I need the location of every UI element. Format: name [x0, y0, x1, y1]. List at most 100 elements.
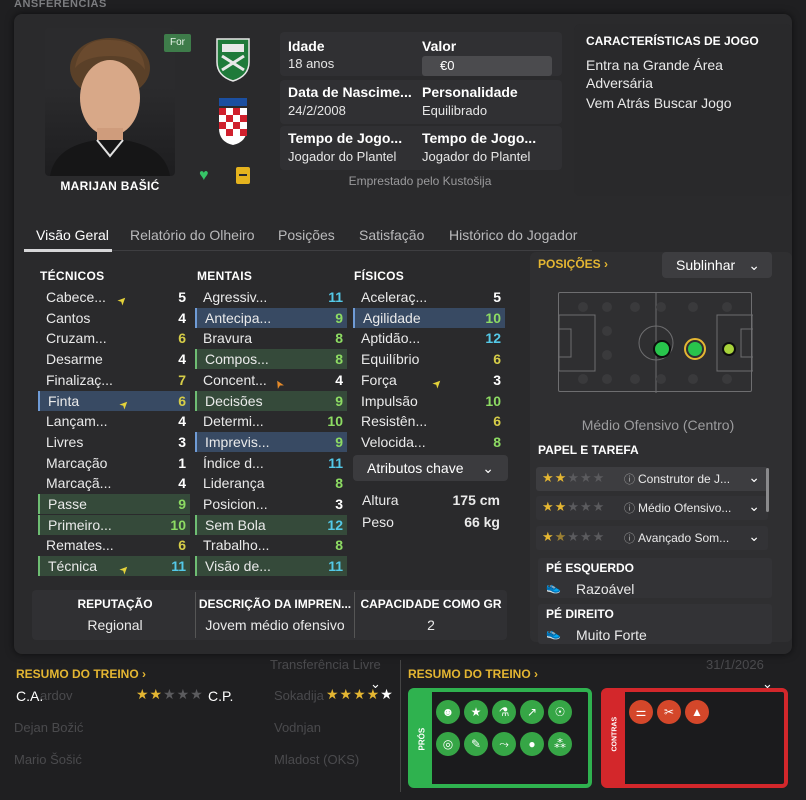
tab-active-indicator: [24, 249, 112, 252]
attribute-row[interactable]: Posicion... 3: [195, 494, 347, 514]
attribute-value: 4: [178, 475, 186, 492]
attribute-row[interactable]: Velocida... 8: [353, 432, 505, 452]
attribute-row[interactable]: Sem Bola 12: [195, 514, 347, 535]
running-icon[interactable]: ⤳: [492, 732, 516, 756]
attribute-value: 8: [335, 537, 343, 554]
target-icon[interactable]: ◎: [436, 732, 460, 756]
value-chip[interactable]: €0: [422, 56, 552, 76]
attribute-value: 6: [178, 392, 186, 409]
attribute-row[interactable]: Aptidão... 12: [353, 328, 505, 348]
attribute-label: Visão de...: [205, 558, 271, 575]
attribute-row[interactable]: Decisões 9: [195, 390, 347, 411]
attribute-label: Imprevis...: [205, 433, 270, 450]
attribute-row[interactable]: Concent... ➤ 4: [195, 370, 347, 391]
chevron-down-icon[interactable]: ⌄: [370, 676, 381, 692]
info-icon[interactable]: ⓘ: [624, 530, 635, 546]
attribute-row[interactable]: Finta ➤ 6: [38, 390, 190, 412]
attribute-row[interactable]: Desarme 4: [38, 349, 190, 369]
attribute-row[interactable]: Bravura 8: [195, 328, 347, 348]
scissors-icon[interactable]: ✂: [657, 700, 681, 724]
attribute-row[interactable]: Agressiv... 11: [195, 287, 347, 307]
attribute-row[interactable]: Determi... 10: [195, 411, 347, 431]
brain-icon[interactable]: ☉: [548, 700, 572, 724]
attribute-row[interactable]: Livres 3: [38, 432, 190, 452]
pencil-icon[interactable]: ✎: [464, 732, 488, 756]
attribute-row[interactable]: Liderança 8: [195, 473, 347, 493]
attribute-row[interactable]: Passe 9: [38, 494, 190, 514]
attribute-row[interactable]: Agilidade 10: [353, 307, 505, 328]
chemistry-icon[interactable]: ⚗: [492, 700, 516, 724]
roles-scrollbar[interactable]: [766, 468, 769, 512]
attribute-row[interactable]: Lançam... 4: [38, 411, 190, 431]
attribute-row[interactable]: Marcação 1: [38, 453, 190, 473]
attribute-row[interactable]: Força ➤ 3: [353, 370, 505, 392]
tab-scout-report[interactable]: Relatório do Olheiro: [130, 227, 255, 243]
attribute-row[interactable]: Compos... 8: [195, 349, 347, 370]
attribute-row[interactable]: Finalizaç... 7: [38, 370, 190, 390]
attribute-label: Determi...: [203, 413, 264, 430]
tab-overview[interactable]: Visão Geral: [36, 227, 109, 243]
attribute-value: 11: [328, 454, 343, 471]
dumbbell-icon[interactable]: ⚌: [629, 700, 653, 724]
tab-player-history[interactable]: Histórico do Jogador: [449, 227, 577, 243]
role-row[interactable]: ★★★★★ ⓘ Construtor de J... ⌄: [536, 467, 768, 491]
attribute-row[interactable]: Visão de... 11: [195, 556, 347, 577]
attribute-row[interactable]: Trabalho... 8: [195, 535, 347, 555]
highlight-dropdown-label: Sublinhar: [676, 257, 736, 273]
attribute-row[interactable]: Marcaçã... 4: [38, 473, 190, 493]
attribute-row[interactable]: Imprevis... 9: [195, 431, 347, 452]
background-page-title: ANSFERENCIAS: [14, 0, 107, 10]
attribute-value: 10: [485, 392, 501, 409]
tab-positions[interactable]: Posições: [278, 227, 335, 243]
croatia-flag-icon[interactable]: [216, 98, 250, 149]
club-crest-icon[interactable]: [214, 36, 252, 85]
divider: [354, 592, 355, 638]
tab-satisfaction[interactable]: Satisfação: [359, 227, 424, 243]
attribute-value: 9: [335, 309, 343, 326]
attribute-row[interactable]: Técnica ➤ 11: [38, 556, 190, 578]
weight-value: 66 kg: [464, 514, 500, 530]
left-foot-label: PÉ ESQUERDO: [546, 561, 635, 575]
attribute-value: 9: [335, 392, 343, 409]
attribute-row[interactable]: Resistên... 6: [353, 411, 505, 431]
attribute-row[interactable]: Remates... 6: [38, 535, 190, 555]
key-attributes-dropdown[interactable]: Atributos chave ⌄: [353, 455, 508, 481]
training-summary-title[interactable]: RESUMO DO TREINO ›: [16, 665, 146, 681]
attribute-row[interactable]: Antecipa... 9: [195, 307, 347, 328]
role-row[interactable]: ★★★★★ ⓘ Médio Ofensivo... ⌄: [536, 496, 768, 520]
attribute-label: Primeiro...: [48, 516, 112, 533]
attribute-value: 9: [178, 496, 186, 512]
attribute-row[interactable]: Equilíbrio 6: [353, 349, 505, 369]
trend-up-icon[interactable]: ↗: [520, 700, 544, 724]
training-icon[interactable]: ☻: [436, 700, 460, 724]
role-row[interactable]: ★★★★★ ⓘ Avançado Som... ⌄: [536, 526, 768, 550]
footsteps-icon[interactable]: ⁂: [548, 732, 572, 756]
attribute-value: 8: [335, 330, 343, 347]
attribute-row[interactable]: Impulsão 10: [353, 391, 505, 411]
attribute-label: Compos...: [205, 351, 269, 368]
left-foot-box: PÉ ESQUERDO 👟 Razoável: [538, 558, 772, 598]
ball-icon[interactable]: ●: [520, 732, 544, 756]
boot-icon: 👟: [546, 626, 561, 640]
attribute-row[interactable]: Primeiro... 10: [38, 514, 190, 535]
form-badge[interactable]: For: [164, 34, 191, 52]
attribute-row[interactable]: Aceleraç... 5: [353, 287, 505, 307]
yellow-card-icon[interactable]: [236, 167, 250, 184]
positions-title[interactable]: POSIÇÕES ›: [538, 257, 608, 271]
attribute-row[interactable]: Cruzam... 6: [38, 328, 190, 348]
cone-icon[interactable]: ▲: [685, 700, 709, 724]
training-summary-title-right[interactable]: RESUMO DO TREINO ›: [408, 665, 538, 681]
info-icon[interactable]: ⓘ: [624, 500, 635, 516]
star-icon[interactable]: ★: [464, 700, 488, 724]
highlight-dropdown[interactable]: Sublinhar ⌄: [662, 252, 772, 278]
attribute-value: 4: [178, 413, 186, 430]
attribute-row[interactable]: Cantos 4: [38, 308, 190, 328]
reputation-value: Regional: [87, 617, 143, 633]
dob-value: 24/2/2008: [288, 103, 346, 118]
height-label: Altura: [362, 492, 399, 508]
health-heart-icon[interactable]: ♥: [199, 167, 209, 185]
attribute-row[interactable]: Cabece... ➤ 5: [38, 287, 190, 309]
info-icon[interactable]: ⓘ: [624, 471, 635, 487]
attribute-value: 8: [493, 433, 501, 450]
attribute-row[interactable]: Índice d... 11: [195, 453, 347, 473]
